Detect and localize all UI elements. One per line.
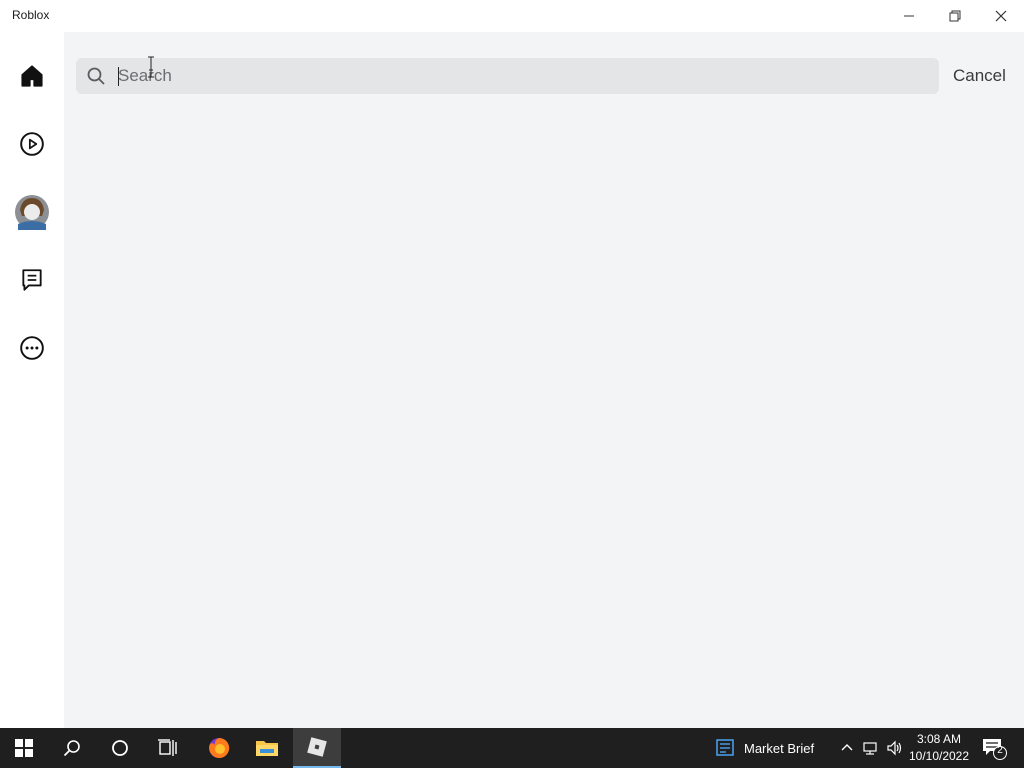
system-clock[interactable]: 3:08 AM 10/10/2022	[906, 731, 972, 765]
play-circle-icon	[20, 132, 44, 156]
taskbar-app-roblox[interactable]	[293, 728, 341, 768]
task-view-button[interactable]	[144, 728, 192, 768]
firefox-icon	[209, 737, 230, 758]
start-button[interactable]	[0, 728, 48, 768]
taskbar-search-button[interactable]	[48, 728, 96, 768]
sidebar	[0, 32, 64, 728]
minimize-button[interactable]	[886, 0, 932, 32]
folder-icon	[256, 741, 278, 756]
roblox-icon	[307, 737, 327, 757]
taskbar-app-file-explorer[interactable]	[243, 728, 291, 768]
search-input[interactable]	[116, 62, 916, 90]
search-icon	[86, 66, 106, 86]
notification-center-button[interactable]: 2	[980, 736, 1008, 760]
clock-time: 3:08 AM	[916, 732, 962, 746]
minimize-icon	[904, 15, 914, 17]
news-icon	[716, 739, 734, 756]
chat-icon	[22, 269, 42, 291]
notification-count: 2	[997, 745, 1003, 756]
windows-logo-icon	[15, 739, 33, 757]
close-icon	[995, 10, 1007, 22]
sidebar-item-home[interactable]	[12, 56, 52, 96]
more-icon	[20, 336, 44, 360]
clock-date: 10/10/2022	[908, 749, 970, 763]
ibeam-cursor-icon	[148, 56, 154, 78]
taskbar: Market Brief 3:08 AM 10/10/2022 2	[0, 728, 1024, 768]
cortana-button[interactable]	[96, 728, 144, 768]
news-label: Market Brief	[744, 740, 815, 756]
sidebar-item-avatar[interactable]	[12, 192, 52, 232]
close-button[interactable]	[978, 0, 1024, 32]
main-content: Cancel	[64, 32, 1024, 728]
sidebar-item-more[interactable]	[12, 328, 52, 368]
volume-icon[interactable]	[886, 740, 902, 756]
chevron-up-icon[interactable]	[839, 740, 855, 756]
restore-button[interactable]	[932, 0, 978, 32]
search-icon	[63, 740, 80, 757]
task-view-icon	[158, 739, 177, 756]
sidebar-item-discover[interactable]	[12, 124, 52, 164]
cortana-circle-icon	[112, 740, 128, 756]
home-icon	[21, 65, 43, 87]
taskbar-app-firefox[interactable]	[195, 728, 243, 768]
text-caret	[118, 67, 119, 86]
cancel-button[interactable]: Cancel	[953, 66, 1006, 86]
sidebar-item-chat[interactable]	[12, 260, 52, 300]
network-icon[interactable]	[862, 740, 878, 756]
title-bar: Roblox	[0, 0, 1024, 32]
window-title: Roblox	[12, 8, 50, 22]
news-widget[interactable]: Market Brief	[716, 728, 814, 768]
avatar-icon	[15, 195, 49, 230]
restore-icon	[949, 10, 961, 22]
search-bar[interactable]	[76, 58, 939, 94]
